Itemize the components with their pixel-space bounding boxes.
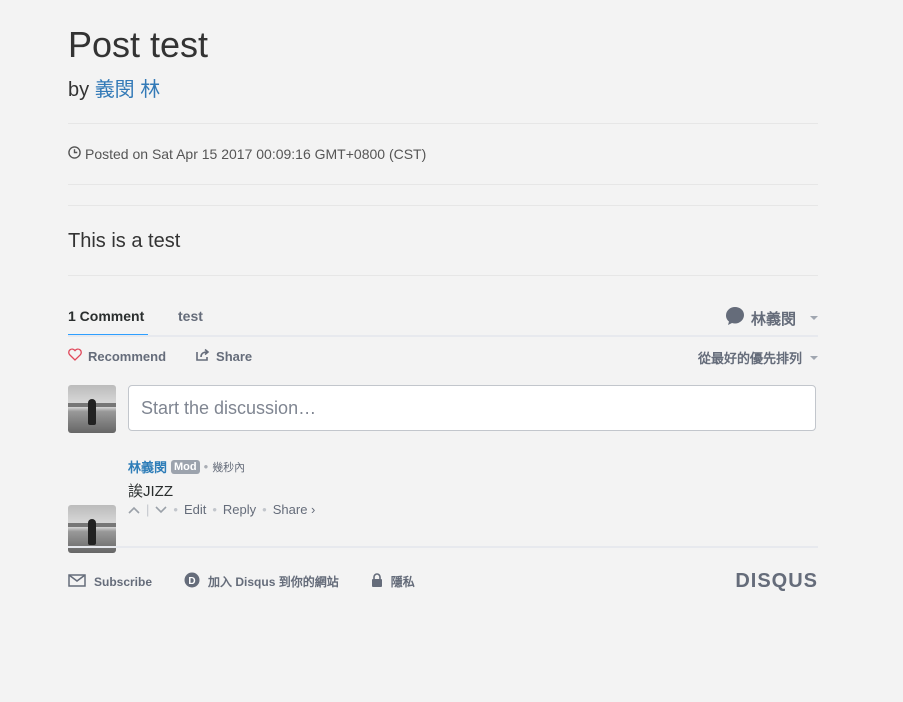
post-title: Post test [68, 24, 209, 65]
comment-share-link[interactable]: Share › [273, 502, 316, 517]
disqus-tabs: 1 Comment test [68, 306, 818, 336]
divider [68, 123, 818, 124]
subscribe-link[interactable]: Subscribe [68, 573, 153, 590]
share-icon [196, 348, 210, 364]
thread-actions: Recommend Share [68, 348, 252, 364]
comment-footer: | • Edit • Reply • Share › [128, 502, 315, 517]
footer-divider [68, 546, 818, 548]
comment-input[interactable] [129, 386, 815, 430]
comment-composer[interactable] [128, 385, 816, 431]
upvote-icon[interactable] [128, 502, 140, 517]
divider [68, 205, 818, 206]
recommend-label: Recommend [88, 348, 167, 364]
author-link[interactable]: 義閔 林 [95, 79, 161, 101]
user-menu[interactable]: 林義閔 [725, 306, 818, 330]
bullet: • [203, 459, 209, 474]
bullet: • [212, 502, 217, 517]
envelope-icon [68, 573, 86, 590]
downvote-icon[interactable] [155, 502, 167, 517]
sort-dropdown[interactable]: 從最好的優先排列 [698, 348, 818, 367]
tabs-divider [68, 335, 818, 337]
sort-label: 從最好的優先排列 [697, 351, 802, 366]
speech-bubble-icon [725, 306, 745, 330]
lock-icon [371, 572, 383, 591]
add-disqus-link[interactable]: D 加入 Disqus 到你的網站 [184, 572, 339, 591]
byline: by 義閔 林 [68, 77, 160, 103]
disqus-footer: Subscribe D 加入 Disqus 到你的網站 隱私 [68, 572, 415, 591]
comment-author[interactable]: 林義閔 [128, 457, 167, 476]
comment-text: 誒JIZZ [128, 483, 173, 500]
separator: | [146, 502, 150, 517]
chevron-down-icon [810, 316, 818, 320]
subscribe-label: Subscribe [94, 574, 153, 589]
divider [68, 275, 818, 276]
privacy-link[interactable]: 隱私 [371, 572, 415, 591]
add-disqus-label: 加入 Disqus 到你的網站 [208, 575, 339, 589]
heart-icon [68, 348, 82, 364]
tab-comments[interactable]: 1 Comment [68, 306, 144, 326]
comment-time[interactable]: 幾秒內 [212, 459, 245, 475]
edit-link[interactable]: Edit [184, 502, 206, 517]
tab-community[interactable]: test [178, 306, 203, 326]
user-name: 林義閔 [750, 310, 796, 328]
disqus-d-icon: D [184, 572, 200, 591]
share-label: Share [216, 348, 253, 364]
posted-date: Posted on Sat Apr 15 2017 00:09:16 GMT+0… [68, 145, 426, 163]
comment-header: 林義閔 Mod • 幾秒內 [128, 457, 245, 476]
avatar-figure [88, 399, 96, 425]
privacy-label: 隱私 [390, 575, 415, 589]
avatar-figure [88, 519, 96, 545]
chevron-down-icon [810, 355, 818, 360]
share-button[interactable]: Share [196, 348, 252, 364]
disqus-logo[interactable]: DISQUS [735, 570, 818, 593]
avatar[interactable] [68, 385, 116, 433]
post-body: This is a test [68, 230, 181, 252]
mod-badge: Mod [171, 459, 200, 474]
posted-text: Posted on Sat Apr 15 2017 00:09:16 GMT+0… [85, 146, 427, 162]
reply-link[interactable]: Reply [223, 502, 256, 517]
by-label: by [68, 79, 90, 101]
page: Post test by 義閔 林 Posted on Sat Apr 15 2… [0, 0, 903, 702]
bullet: • [262, 502, 267, 517]
bullet: • [173, 502, 178, 517]
divider [68, 184, 818, 185]
recommend-button[interactable]: Recommend [68, 348, 166, 364]
clock-icon [68, 145, 81, 163]
svg-text:D: D [188, 576, 195, 587]
